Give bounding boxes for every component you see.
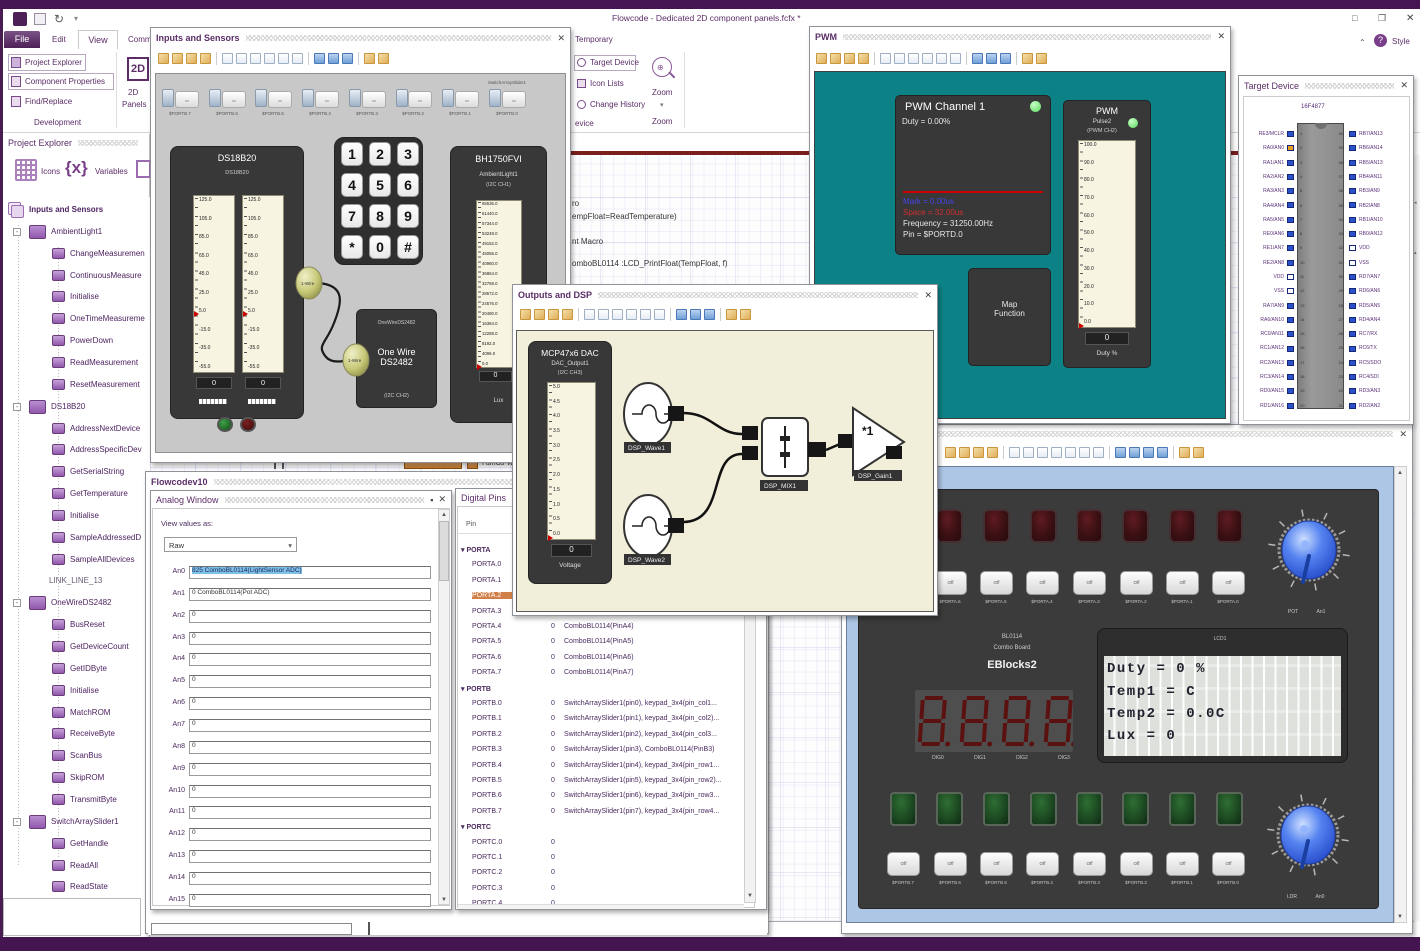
svg-text:*1: *1 — [862, 424, 874, 438]
svg-text:DSP_MIX1: DSP_MIX1 — [764, 483, 797, 490]
svg-text:DSP_Wave2: DSP_Wave2 — [628, 557, 665, 564]
svg-text:DSP_Gain1: DSP_Gain1 — [858, 473, 893, 480]
svg-text:1-Wire: 1-Wire — [348, 358, 362, 363]
svg-text:1-Wire: 1-Wire — [301, 281, 315, 286]
svg-text:DSP_Wave1: DSP_Wave1 — [628, 445, 665, 452]
